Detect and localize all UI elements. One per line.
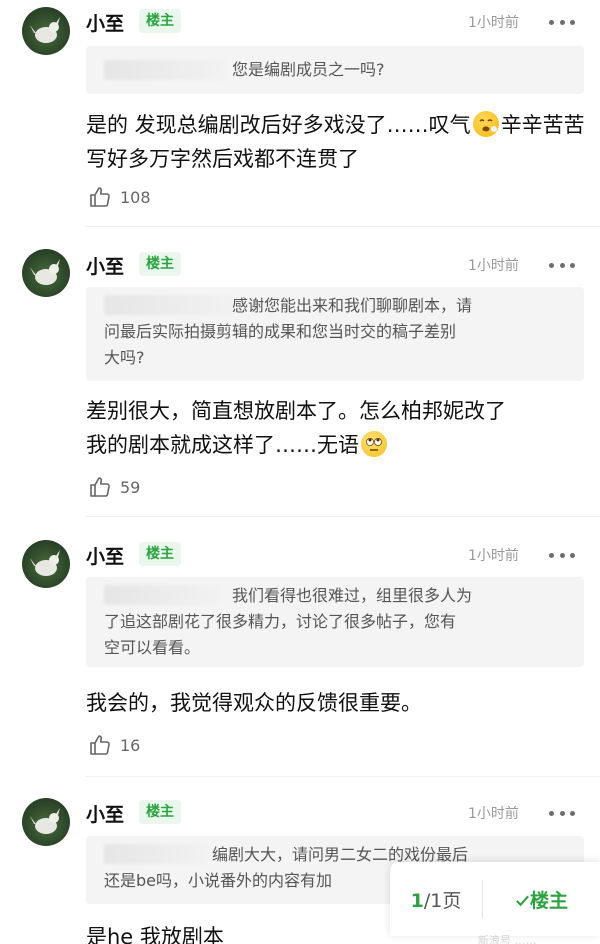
more-options-icon[interactable] — [546, 12, 578, 32]
reply-text: 我会的，我觉得观众的反馈很重要。 — [86, 691, 422, 715]
quote-text-line: 问最后实际拍摄剪辑的成果和您当时交的稿子差别 — [104, 322, 457, 341]
username[interactable]: 小至 — [86, 542, 124, 569]
like-count: 108 — [120, 187, 151, 207]
username[interactable]: 小至 — [86, 800, 124, 827]
op-badge: 楼主 — [139, 252, 181, 276]
thumbs-up-icon — [90, 735, 110, 755]
op-badge: 楼主 — [139, 9, 181, 33]
reply-text: 差别很大，简直想放剧本了。怎么柏邦妮改了 我的剧本就成这样了……无语 — [86, 394, 586, 462]
username[interactable]: 小至 — [86, 9, 124, 36]
quote-text-line: 空可以看看。 — [104, 638, 201, 657]
quote-text-line: 大吗? — [104, 348, 145, 367]
divider — [86, 226, 600, 227]
pagination-bar: 1/1页 楼主 — [390, 862, 600, 936]
avatar[interactable] — [22, 798, 70, 846]
more-options-icon[interactable] — [546, 545, 578, 565]
check-icon — [516, 895, 529, 906]
timestamp: 1小时前 — [468, 15, 519, 31]
op-badge: 楼主 — [139, 800, 181, 824]
op-only-label: 楼主 — [529, 889, 568, 912]
masked-username — [104, 295, 236, 315]
current-page: 1 — [410, 889, 424, 912]
timestamp: 1小时前 — [468, 258, 519, 274]
thumbs-up-icon — [90, 187, 110, 207]
quote-text-line: 感谢您能出来和我们聊聊剧本，请 — [232, 296, 473, 315]
eye-roll-emoji — [361, 431, 387, 457]
masked-username — [104, 585, 220, 605]
like-button[interactable]: 108 — [88, 185, 151, 209]
quoted-comment[interactable]: 您是编剧成员之一吗? — [86, 46, 584, 94]
avatar[interactable] — [22, 249, 70, 297]
masked-username — [104, 60, 226, 80]
tired-face-emoji — [472, 111, 499, 137]
total-pages: /1页 — [423, 889, 462, 912]
like-button[interactable]: 16 — [88, 733, 140, 757]
quote-text-line: 了追这部剧花了很多精力，讨论了很多帖子，您有 — [104, 612, 457, 631]
quoted-comment[interactable]: 感谢您能出来和我们聊聊剧本，请 问最后实际拍摄剪辑的成果和您当时交的稿子差别 大… — [86, 287, 584, 381]
divider — [86, 516, 600, 517]
reply-text-part: 我的剧本就成这样了……无语 — [86, 433, 359, 457]
reply-text: 是的 发现总编剧改后好多戏没了……叹气 辛辛苦苦写好多万字然后戏都不连贯了 — [86, 108, 586, 176]
username[interactable]: 小至 — [86, 252, 124, 279]
quoted-comment[interactable]: 我们看得也很难过，组里很多人为 了追这部剧花了很多精力，讨论了很多帖子，您有 空… — [86, 577, 584, 667]
like-count: 16 — [120, 735, 141, 755]
reply-text-part: 差别很大，简直想放剧本了。怎么柏邦妮改了 — [86, 399, 506, 423]
masked-username — [104, 844, 208, 864]
page-indicator[interactable]: 1/1页 — [390, 886, 482, 913]
op-badge: 楼主 — [139, 542, 181, 566]
quote-text-line: 还是be吗，小说番外的内容有加 — [104, 871, 333, 890]
divider — [86, 776, 600, 777]
avatar[interactable] — [22, 7, 70, 55]
op-only-button[interactable]: 楼主 — [483, 886, 600, 913]
thumbs-up-icon — [90, 477, 110, 497]
quote-text-line: 我们看得也很难过，组里很多人为 — [232, 586, 473, 605]
quote-text: 您是编剧成员之一吗? — [232, 60, 385, 79]
like-button[interactable]: 59 — [88, 475, 140, 499]
timestamp: 1小时前 — [468, 548, 519, 564]
more-options-icon[interactable] — [546, 803, 578, 823]
more-options-icon[interactable] — [546, 255, 578, 275]
avatar[interactable] — [22, 540, 70, 588]
watermark: 新浪号 …… — [478, 934, 537, 944]
timestamp: 1小时前 — [468, 806, 519, 822]
like-count: 59 — [120, 477, 141, 497]
reply-text-part: 是的 发现总编剧改后好多戏没了……叹气 — [86, 113, 471, 137]
